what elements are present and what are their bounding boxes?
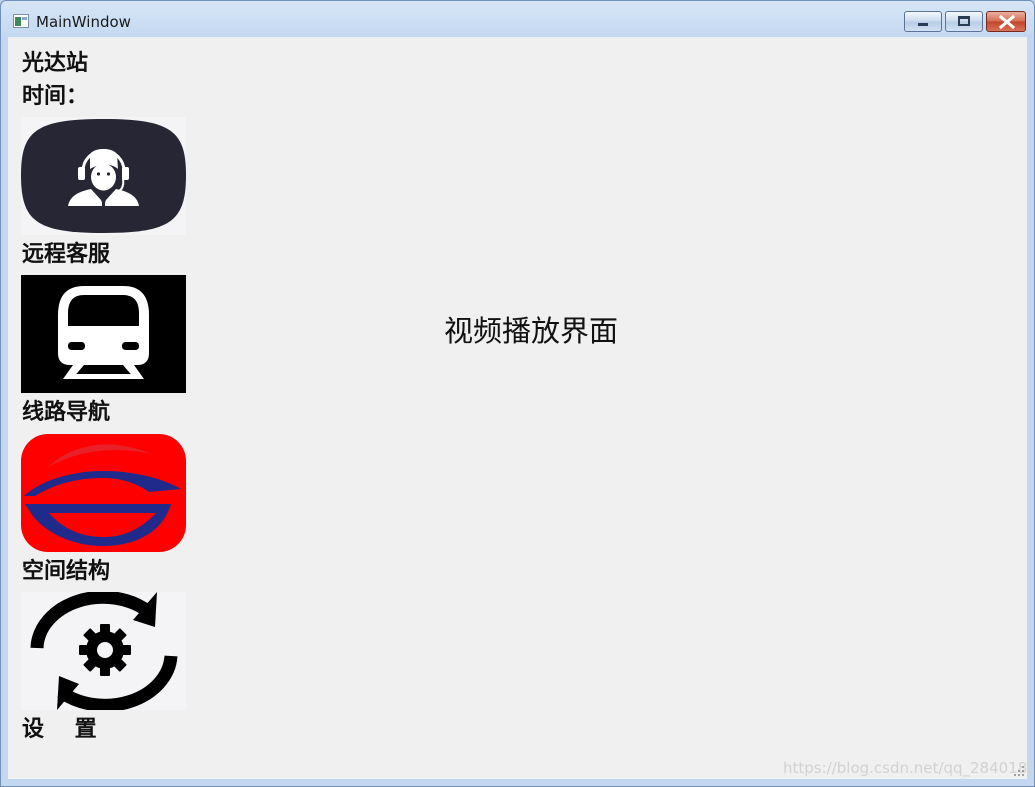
- client-area: 光达站 时间： 远程客服 线路导航 空间结构 设 置 视频播放界面 https:…: [8, 37, 1034, 779]
- line-navigation-button[interactable]: [21, 275, 186, 393]
- settings-sync-icon: [30, 590, 178, 712]
- line-navigation-label: 线路导航: [22, 399, 111, 425]
- maximize-icon: [958, 16, 970, 26]
- app-window-icon: [13, 14, 29, 28]
- close-icon: [998, 14, 1016, 30]
- close-button[interactable]: [986, 11, 1026, 32]
- time-label: 时间：: [22, 83, 89, 109]
- minimize-button[interactable]: [904, 11, 942, 32]
- spatial-structure-label: 空间结构: [22, 558, 111, 584]
- minimize-icon: [918, 23, 928, 26]
- settings-button[interactable]: [21, 590, 186, 712]
- metro-logo-icon: [21, 434, 186, 552]
- settings-label: 设 置: [22, 716, 97, 742]
- station-name: 光达站: [22, 50, 89, 76]
- customer-service-icon: [21, 119, 186, 233]
- watermark-text: https://blog.csdn.net/qq_28401858: [783, 759, 1035, 777]
- title-bar[interactable]: MainWindow: [1, 1, 1034, 37]
- remote-service-button[interactable]: [21, 117, 186, 235]
- main-window: MainWindow 光达站 时间： 远程客服 线路导航 空间结构 设 置 视频…: [0, 0, 1035, 787]
- window-title: MainWindow: [36, 13, 131, 31]
- spatial-structure-button[interactable]: [21, 434, 186, 552]
- remote-service-label: 远程客服: [22, 241, 111, 267]
- video-playback-area: 视频播放界面: [444, 314, 619, 348]
- resize-grip-icon[interactable]: [1013, 765, 1025, 777]
- maximize-button[interactable]: [945, 11, 983, 32]
- metro-train-icon: [58, 286, 149, 379]
